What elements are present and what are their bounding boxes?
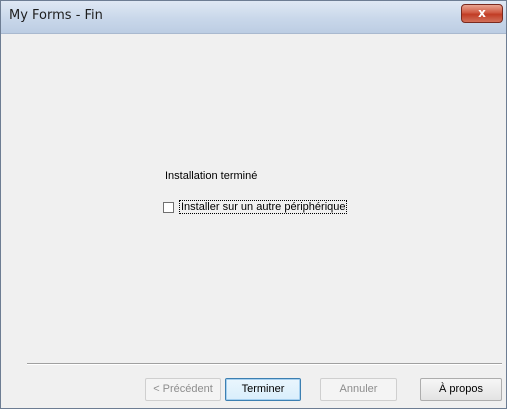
window-title: My Forms - Fin [9,8,103,23]
install-other-device-label[interactable]: Installer sur un autre périphérique [178,200,348,214]
install-other-device-checkbox[interactable] [163,201,174,213]
installer-window: My Forms - Fin x Installation terminé In… [0,0,507,409]
cancel-button[interactable]: Annuler [320,378,397,401]
footer-separator [27,363,502,365]
close-button[interactable]: x [461,4,503,23]
about-button[interactable]: À propos [420,378,502,401]
title-bar[interactable]: My Forms - Fin x [1,1,506,34]
close-icon: x [478,6,486,20]
previous-button[interactable]: < Précédent [145,378,221,401]
finish-button[interactable]: Terminer [225,378,301,401]
install-other-device-option[interactable]: Installer sur un autre périphérique [163,200,348,214]
installation-status-label: Installation terminé [165,170,258,182]
